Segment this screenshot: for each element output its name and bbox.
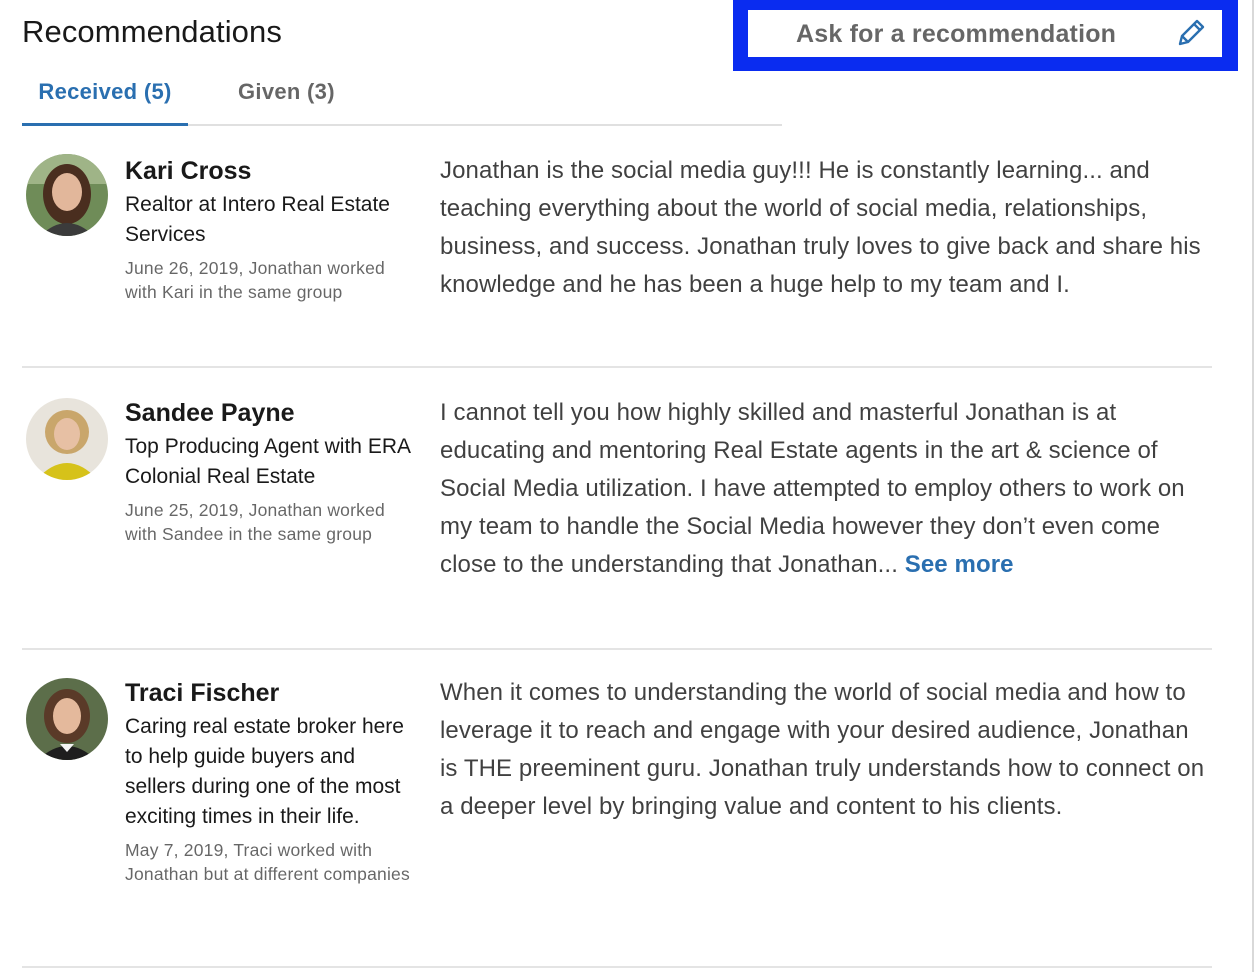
recommendation-body: When it comes to understanding the world… xyxy=(440,679,1205,820)
recommendation-body: I cannot tell you how highly skilled and… xyxy=(440,399,1185,578)
divider xyxy=(22,648,1212,650)
recommendation-item: Sandee Payne Top Producing Agent with ER… xyxy=(22,392,1212,642)
recommendation-body: Jonathan is the social media guy!!! He i… xyxy=(440,157,1201,298)
avatar[interactable] xyxy=(26,154,108,236)
recommender-info: Traci Fischer Caring real estate broker … xyxy=(125,678,415,886)
recommender-name[interactable]: Sandee Payne xyxy=(125,398,415,428)
avatar[interactable] xyxy=(26,678,108,760)
tab-given[interactable]: Given (3) xyxy=(238,70,342,126)
recommendation-relation: June 26, 2019, Jonathan worked with Kari… xyxy=(125,258,385,302)
recommender-name[interactable]: Kari Cross xyxy=(125,156,415,186)
ask-for-recommendation-button[interactable]: Ask for a recommendation xyxy=(748,10,1222,57)
recommendation-text: When it comes to understanding the world… xyxy=(440,674,1212,826)
avatar[interactable] xyxy=(26,398,108,480)
recommender-info: Kari Cross Realtor at Intero Real Estate… xyxy=(125,156,415,304)
recommendation-relation: May 7, 2019, Traci worked with Jonathan … xyxy=(125,840,410,884)
recommender-headline: Caring real estate broker here to help g… xyxy=(125,715,404,828)
see-more-link[interactable]: See more xyxy=(905,551,1014,578)
ask-button-label: Ask for a recommendation xyxy=(796,20,1117,48)
tab-received[interactable]: Received (5) xyxy=(22,70,188,126)
divider xyxy=(22,966,1212,968)
recommendation-relation: June 25, 2019, Jonathan worked with Sand… xyxy=(125,500,385,544)
recommendations-section: Recommendations Ask for a recommendation… xyxy=(0,0,1254,972)
recommender-headline: Realtor at Intero Real Estate Services xyxy=(125,193,390,246)
pencil-icon xyxy=(1174,16,1208,50)
recommendation-text: Jonathan is the social media guy!!! He i… xyxy=(440,152,1212,304)
recommendation-item: Kari Cross Realtor at Intero Real Estate… xyxy=(22,150,1212,360)
section-title: Recommendations xyxy=(22,14,282,49)
divider xyxy=(22,366,1212,368)
recommender-headline: Top Producing Agent with ERA Colonial Re… xyxy=(125,435,410,488)
recommendation-text: I cannot tell you how highly skilled and… xyxy=(440,394,1212,584)
recommendation-item: Traci Fischer Caring real estate broker … xyxy=(22,672,1212,962)
recommender-info: Sandee Payne Top Producing Agent with ER… xyxy=(125,398,415,546)
recommendation-tabs: Received (5) Given (3) xyxy=(22,70,782,126)
recommender-name[interactable]: Traci Fischer xyxy=(125,678,415,708)
